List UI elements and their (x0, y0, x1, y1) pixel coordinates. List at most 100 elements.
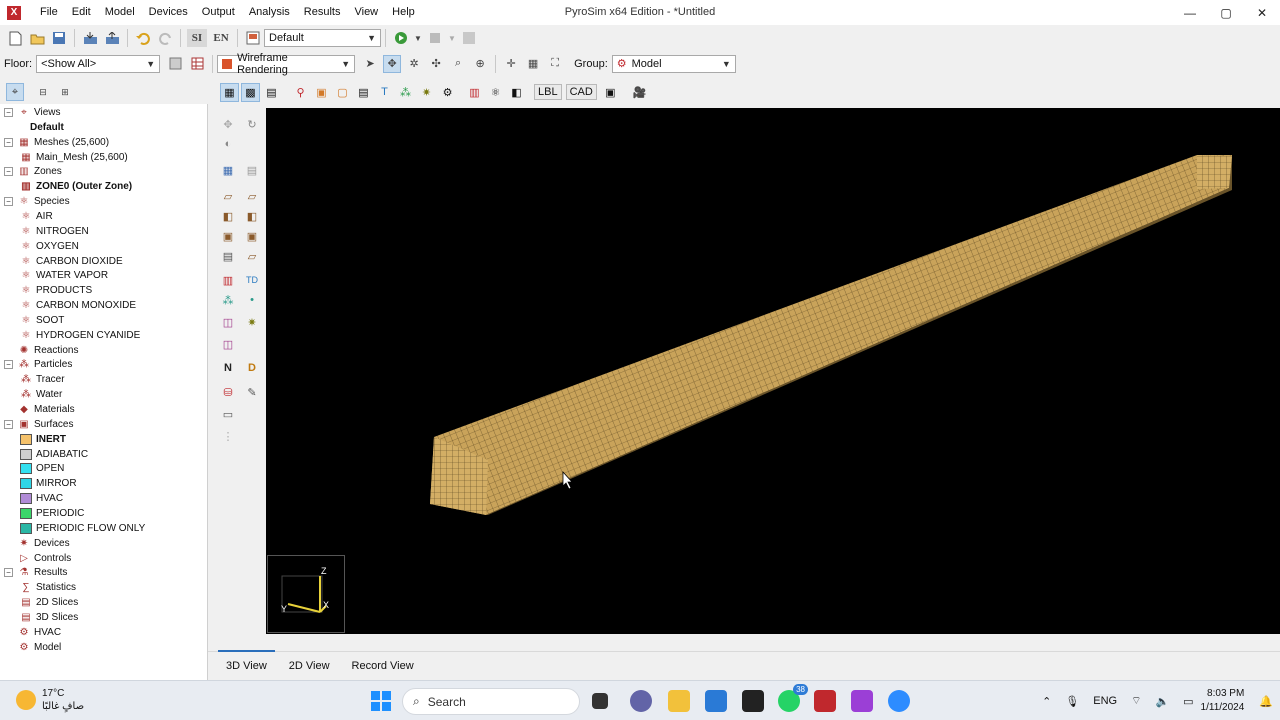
view-preset-icon[interactable] (244, 29, 262, 47)
draw-block-icon[interactable]: ◧ (220, 208, 236, 224)
menu-model[interactable]: Model (98, 0, 142, 25)
tree-item[interactable]: ADIABATIC (20, 447, 88, 462)
tree-item[interactable]: ⚛ CARBON DIOXIDE (20, 254, 123, 269)
collapse-toggle[interactable]: − (4, 419, 13, 429)
view-combo[interactable]: Default ▼ (264, 29, 381, 47)
tree-item[interactable]: OPEN (20, 461, 64, 476)
tab-2d-view[interactable]: 2D View (281, 653, 338, 679)
menu-view[interactable]: View (347, 0, 385, 25)
fit-view-icon[interactable]: ⛶ (546, 55, 564, 73)
paint-tool-icon[interactable]: ⛁ (220, 384, 236, 400)
measure-tool-icon[interactable]: ▭ (220, 406, 236, 422)
show-background-image-icon[interactable]: ▣ (601, 83, 620, 102)
show-mesh-outline-icon[interactable]: ▩ (241, 82, 260, 102)
render-mode-combo[interactable]: Wireframe Rendering ▼ (217, 52, 356, 76)
tree-item[interactable]: ▥ ZONE0 (Outer Zone) (20, 179, 132, 194)
close-button[interactable]: ✕ (1244, 0, 1280, 25)
ms-store-icon[interactable] (705, 690, 727, 712)
show-vents-icon[interactable]: ▤ (354, 83, 373, 102)
zoom-icon[interactable]: ⌕ (449, 55, 467, 73)
point-tool-icon[interactable]: • (244, 292, 260, 308)
draw-hole-icon[interactable]: ◧ (244, 208, 260, 224)
grid-snap-icon[interactable]: ▦ (524, 55, 542, 73)
smokeview-icon[interactable] (460, 29, 478, 47)
open-folder-icon[interactable] (28, 29, 46, 47)
weather-widget[interactable]: 17°C صافٍ غالبًا (16, 687, 84, 713)
tree-item[interactable]: HVAC (20, 491, 63, 506)
tree-item[interactable]: − ⌖ Views (4, 105, 61, 120)
tree-item[interactable]: − ▥ Zones (4, 164, 62, 179)
volume-icon[interactable]: 🔈 (1155, 695, 1169, 708)
tree-item[interactable]: ⚙ HVAC (4, 625, 62, 640)
tree-item[interactable]: MIRROR (20, 476, 77, 491)
tree-item[interactable]: ◆ Materials (4, 402, 74, 417)
tree-item[interactable]: − ▣ Surfaces (4, 417, 73, 432)
door-tool-icon[interactable]: D (244, 360, 260, 376)
floor-settings-icon[interactable] (166, 55, 184, 73)
run-simulation-icon[interactable] (392, 29, 410, 47)
wifi-icon[interactable]: ⌔ (1131, 694, 1141, 708)
show-geometry-icon[interactable]: ▤ (262, 83, 281, 102)
new-mesh-icon[interactable]: ▦ (220, 162, 236, 178)
tree-item[interactable]: ✷ Devices (4, 536, 70, 551)
redo-icon[interactable] (156, 29, 174, 47)
tree-item[interactable]: ⚙ Model (4, 640, 62, 655)
show-mesh-icon[interactable]: ▦ (220, 82, 239, 102)
show-zones-icon[interactable]: ▥ (465, 83, 484, 102)
show-holes-icon[interactable]: ▢ (333, 83, 352, 102)
tree-item[interactable]: − ⚗ Results (4, 565, 67, 580)
show-heat-detectors-icon[interactable]: ✷ (417, 83, 436, 102)
mesh-split-icon[interactable]: ▤ (244, 162, 260, 178)
tree-item[interactable]: INERT (20, 432, 66, 447)
show-obstructions-icon[interactable]: ▣ (312, 83, 331, 102)
labels-button[interactable]: LBL (534, 84, 562, 100)
pan-icon[interactable]: ✣ (427, 55, 445, 73)
tree-item[interactable]: ∑ Statistics (20, 580, 76, 595)
zone-tool-icon[interactable]: ▥ (220, 272, 236, 288)
hvac-duct-icon[interactable]: ◫ (220, 314, 236, 330)
align-tool-icon[interactable]: ⋮ (220, 428, 236, 444)
draw-wall-icon[interactable]: ▱ (244, 188, 260, 204)
draw-vent-icon[interactable]: ▤ (220, 248, 236, 264)
particle-tool-icon[interactable]: ⁂ (220, 292, 236, 308)
tree-item[interactable]: PERIODIC FLOW ONLY (20, 521, 145, 536)
node-tool-icon[interactable]: N (220, 360, 236, 376)
language-indicator[interactable]: ENG (1093, 695, 1117, 707)
clock[interactable]: 8:03 PM 1/11/2024 (1201, 687, 1245, 715)
tree-item[interactable]: ⚛ NITROGEN (20, 224, 89, 239)
show-particles-icon[interactable]: ⁂ (396, 83, 415, 102)
collapse-all-icon[interactable]: ⊟ (34, 83, 52, 101)
tree-item[interactable]: ⚛ WATER VAPOR (20, 268, 109, 283)
3d-viewport[interactable] (266, 108, 1280, 634)
tree-item[interactable]: Default (20, 120, 64, 135)
filter-icon[interactable]: ⌖ (6, 83, 24, 101)
tree-item[interactable]: ⁂ Tracer (20, 372, 65, 387)
run-dropdown-icon[interactable]: ▼ (414, 29, 422, 47)
tree-item[interactable]: ⚛ PRODUCTS (20, 283, 93, 298)
collapse-toggle[interactable]: − (4, 108, 13, 117)
tree-item[interactable]: ⚛ OXYGEN (20, 239, 79, 254)
group-combo[interactable]: ⚙ Model ▼ (611, 54, 736, 73)
eyedropper-icon[interactable]: ✎ (244, 384, 260, 400)
show-devices-icon[interactable]: ⚲ (291, 83, 310, 102)
windows-start-icon[interactable] (370, 690, 392, 712)
menu-devices[interactable]: Devices (142, 0, 195, 25)
tree-item[interactable]: ⚛ CARBON MONOXIDE (20, 298, 137, 313)
notification-bell-icon[interactable]: 🔔 (1259, 695, 1273, 708)
mirror-tool-icon[interactable]: ◐ (220, 136, 236, 152)
move-tool-icon[interactable]: ✥ (220, 116, 236, 132)
draw-room-icon[interactable]: ▣ (220, 228, 236, 244)
collapse-toggle[interactable]: − (4, 197, 13, 207)
tree-item[interactable]: ⚛ HYDROGEN CYANIDE (20, 328, 141, 343)
tree-item[interactable]: ⚛ SOOT (20, 313, 65, 328)
tree-item[interactable]: ▷ Controls (4, 551, 71, 566)
chevron-up-icon[interactable]: ⌃ (1042, 695, 1051, 708)
minimize-button[interactable]: — (1172, 0, 1208, 25)
tree-item[interactable]: − ⁂ Particles (4, 357, 72, 372)
results-dropdown-icon[interactable]: ▼ (448, 29, 456, 47)
rotate-tool-icon[interactable]: ↻ (244, 116, 260, 132)
file-explorer-icon[interactable] (668, 690, 690, 712)
units-si-button[interactable]: SI (187, 29, 207, 47)
tree-item[interactable]: PERIODIC (20, 506, 84, 521)
collapse-toggle[interactable]: − (4, 360, 13, 370)
